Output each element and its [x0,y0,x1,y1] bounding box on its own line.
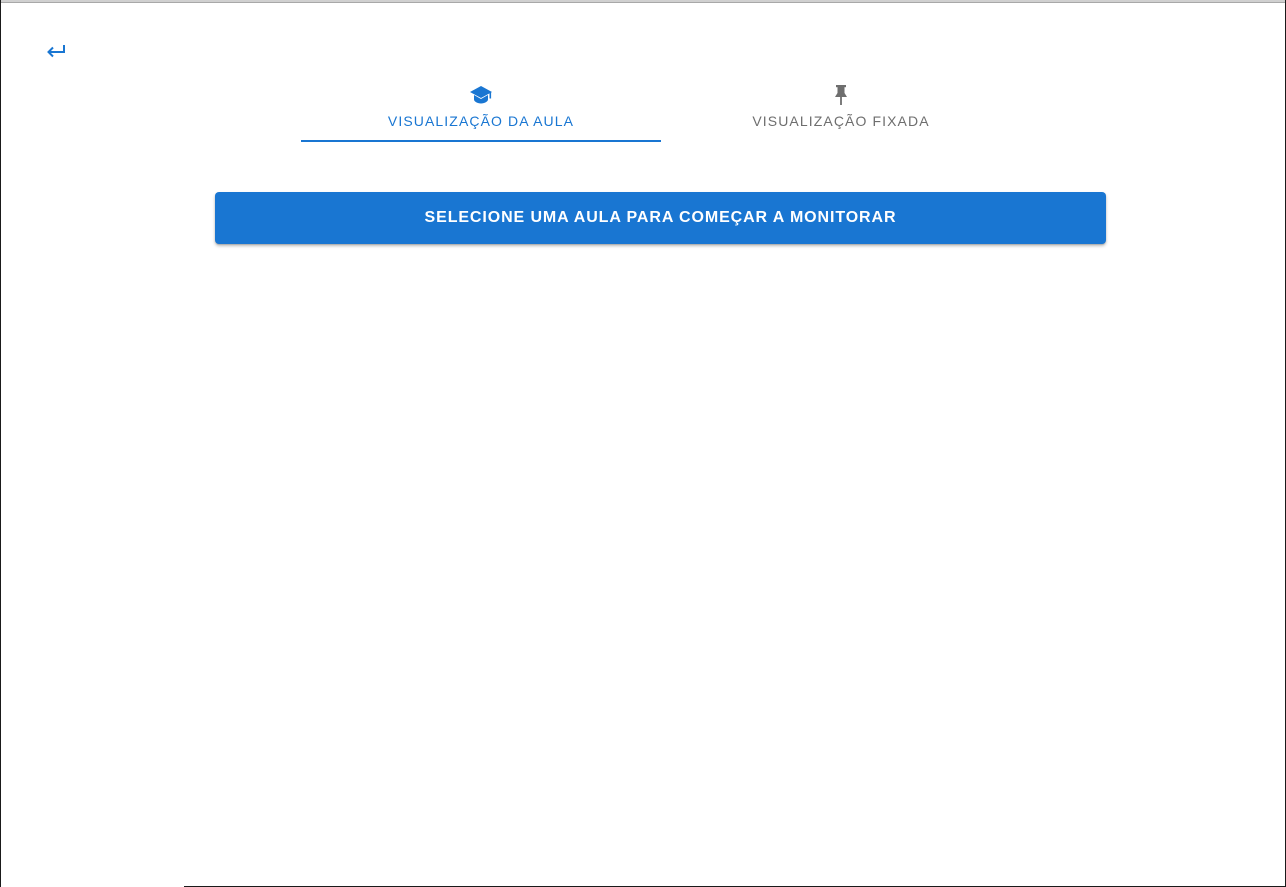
tab-pinned-view[interactable]: VISUALIZAÇÃO FIXADA [661,78,1021,142]
active-tab-indicator [301,140,661,142]
keyboard-return-icon [47,45,65,58]
back-button[interactable] [40,36,72,66]
tab-pinned-view-label: VISUALIZAÇÃO FIXADA [752,113,930,129]
tab-class-view-label: VISUALIZAÇÃO DA AULA [387,113,575,129]
select-class-button[interactable]: SELECIONE UMA AULA PARA COMEÇAR A MONITO… [215,192,1106,244]
pin-icon [833,84,849,106]
window-top-edge-inner [0,2,1286,3]
tab-class-view[interactable]: VISUALIZAÇÃO DA AULA [301,78,661,142]
view-tabs: VISUALIZAÇÃO DA AULA VISUALIZAÇÃO FIXADA [301,78,1021,142]
app-window: VISUALIZAÇÃO DA AULA VISUALIZAÇÃO FIXADA… [0,0,1286,887]
window-left-edge [0,0,1,887]
graduation-cap-icon [469,84,493,106]
